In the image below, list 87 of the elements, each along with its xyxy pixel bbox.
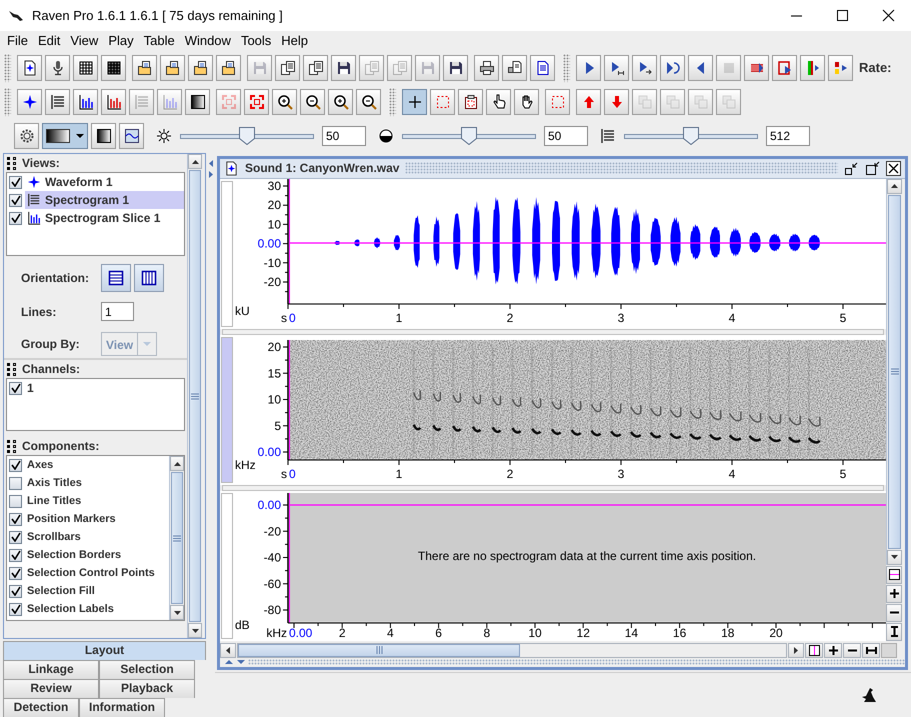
lines-field[interactable]: 1	[101, 302, 134, 322]
window-title: Sound 1: CanyonWren.wav	[245, 160, 400, 178]
axis-tick-label: 5	[274, 418, 281, 433]
component-list-item[interactable]: Selection Control Points	[25, 564, 169, 582]
axis-tick-label: -40	[264, 550, 281, 564]
section-title: Channels:	[22, 361, 80, 378]
axis-tick-label: 2	[506, 310, 514, 325]
field-label: Orientation:	[21, 270, 90, 287]
menu-item[interactable]: Help	[276, 31, 314, 51]
value-field[interactable]: 50	[322, 126, 366, 146]
menu-item[interactable]: Window	[180, 31, 236, 51]
axis-tick-label: 12	[576, 626, 590, 640]
axis-tick-label: 0	[289, 466, 296, 481]
component-list-item[interactable]: Selection Labels	[25, 600, 169, 618]
axis-tick-label: 4	[728, 310, 736, 325]
section-title: Views:	[22, 155, 60, 172]
axis-tick-label: 1	[396, 310, 402, 325]
axis-tick-label: -60	[264, 576, 281, 591]
axis-tick-label: 5	[840, 466, 846, 481]
tab[interactable]: Selection	[99, 660, 195, 679]
axis-tick-label: 4	[728, 466, 736, 481]
menu-item[interactable]: File	[2, 31, 33, 51]
axis-tick-label: 20	[268, 198, 281, 212]
axis-tick-label: 5	[840, 310, 846, 325]
axis-tick-label: 4	[387, 626, 394, 640]
axis-unit-label: kHz	[266, 626, 287, 640]
axis-tick-label: -20	[264, 274, 281, 289]
menu-item[interactable]: Edit	[32, 31, 66, 51]
axis-tick-label: 8	[483, 626, 490, 640]
tab[interactable]: Detection	[3, 698, 79, 717]
tab[interactable]: Playback	[99, 679, 195, 698]
axis-tick-label: 20	[268, 340, 281, 354]
tab[interactable]: Layout	[3, 641, 206, 660]
component-list-item[interactable]: Axis Titles	[25, 474, 169, 492]
axis-tick-label: 0	[289, 310, 296, 325]
axis-tick-label: -20	[264, 524, 281, 538]
view-list-item[interactable]: Waveform 1	[25, 173, 184, 191]
axis-unit-label: s	[281, 310, 287, 325]
menu-item[interactable]: Play	[103, 31, 139, 51]
section-title: Components:	[22, 438, 100, 455]
rate-label: Rate:	[859, 59, 892, 78]
menu-item[interactable]: Tools	[236, 31, 276, 51]
axis-tick-label: 10	[528, 626, 542, 640]
axis-tick-label: 16	[672, 626, 686, 640]
axis-unit-label: s	[281, 466, 287, 481]
menu-item[interactable]: Table	[138, 31, 180, 51]
component-list-item[interactable]: Line Titles	[25, 492, 169, 510]
axis-tick-label: 2	[506, 466, 514, 481]
component-list-item[interactable]: Position Markers	[25, 510, 169, 528]
no-data-message: There are no spectrogram data at the current time axis position.	[418, 548, 756, 563]
axis-tick-label: 0.00	[289, 626, 312, 640]
axis-tick-label: 20	[769, 626, 783, 640]
axis-tick-label: -80	[264, 602, 281, 617]
component-list-item[interactable]: Axes	[25, 456, 169, 474]
axis-tick-label: 10	[268, 392, 281, 406]
component-list-item[interactable]: Selection Borders	[25, 546, 169, 564]
axis-tick-label: 3	[618, 466, 624, 481]
component-list-item[interactable]: Selection Fill	[25, 582, 169, 600]
view-list-item[interactable]: Spectrogram 1	[25, 191, 184, 209]
axis-tick-label: 6	[435, 626, 442, 640]
component-list-item[interactable]: Scrollbars	[25, 528, 169, 546]
tab[interactable]: Linkage	[3, 660, 99, 679]
axis-tick-label: 10	[268, 217, 281, 232]
axis-tick-label: 1	[396, 466, 402, 481]
field-label: Lines:	[21, 304, 58, 321]
axis-tick-label: 0.00	[258, 236, 281, 251]
axis-tick-label: 18	[721, 626, 734, 640]
window-title: Raven Pro 1.6.1 1.6.1 [ 75 days remaining ]	[32, 6, 284, 25]
tab[interactable]: Review	[3, 679, 99, 698]
field-label: Group By:	[21, 336, 81, 354]
value-field[interactable]: 50	[544, 126, 588, 146]
axis-tick-label: 15	[268, 366, 281, 380]
group-by-dropdown: View	[101, 332, 158, 356]
view-list-item[interactable]: Spectrogram Slice 1	[25, 209, 184, 227]
axis-tick-label: 14	[624, 626, 638, 640]
axis-tick-label: 30	[268, 178, 281, 193]
menu-item[interactable]: View	[65, 31, 104, 51]
axis-tick-label: 3	[618, 310, 624, 325]
axis-tick-label: 2	[338, 626, 346, 640]
axis-tick-label: -10	[264, 256, 281, 270]
value-field[interactable]: 512	[766, 126, 810, 146]
tab[interactable]: Information	[79, 698, 165, 717]
axis-unit-label: dB	[235, 618, 250, 632]
axis-tick-label: 0.00	[258, 444, 281, 459]
axis-unit-label: kHz	[235, 458, 256, 472]
axis-unit-label: kU	[235, 304, 250, 318]
axis-tick-label: 0.00	[258, 498, 281, 512]
